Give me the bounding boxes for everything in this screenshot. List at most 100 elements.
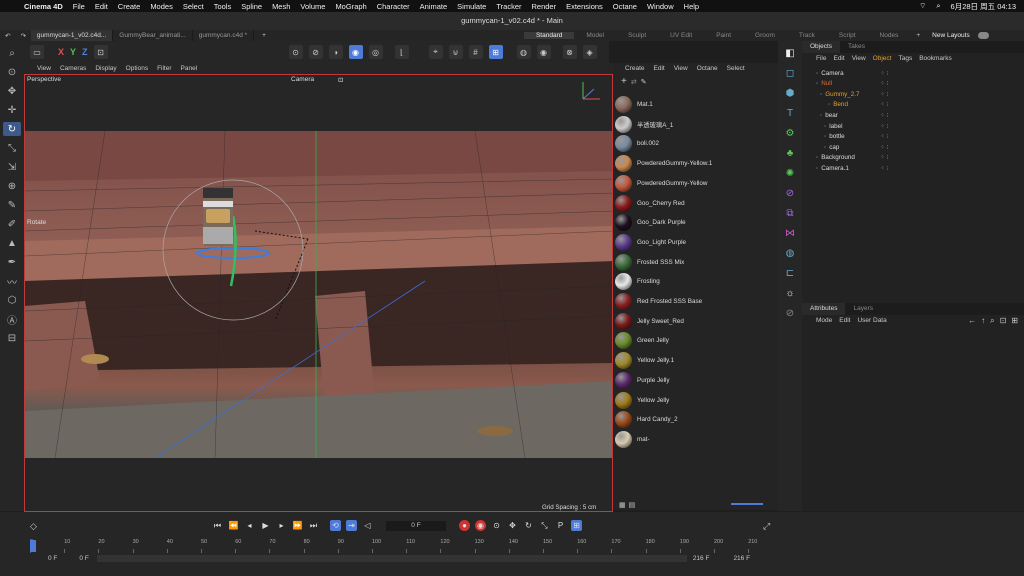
transform-icon[interactable]: ⇲ bbox=[3, 160, 21, 174]
rotate-icon[interactable]: ↻ bbox=[3, 122, 21, 136]
record-icon[interactable]: ● bbox=[459, 520, 470, 531]
sound-icon[interactable]: ◁ bbox=[362, 520, 373, 531]
paint-icon[interactable]: ▲ bbox=[3, 236, 21, 250]
layout-tab-track[interactable]: Track bbox=[787, 32, 827, 39]
layer-icon[interactable]: ⊟ bbox=[3, 331, 21, 345]
doc-tab[interactable]: GummyBear_animati... bbox=[113, 30, 193, 41]
layout-tab-nodes[interactable]: Nodes bbox=[868, 32, 911, 39]
axis-mode-icon[interactable]: ⌊ bbox=[394, 45, 409, 59]
menu-item-spline[interactable]: Spline bbox=[241, 2, 262, 11]
viewport-menu-display[interactable]: Display bbox=[95, 65, 116, 72]
material-item[interactable]: Goo_Cherry Red bbox=[613, 194, 778, 213]
range-slider[interactable] bbox=[96, 554, 687, 562]
polygons-mode-icon[interactable]: ◑ bbox=[328, 45, 343, 59]
fps-icon[interactable]: ⇥ bbox=[346, 520, 357, 531]
search-icon[interactable]: ⌕ bbox=[990, 316, 994, 326]
spline-icon[interactable]: 〰 bbox=[3, 274, 21, 289]
material-item[interactable]: Purple Jelly bbox=[613, 371, 778, 390]
menu-item-edit[interactable]: Edit bbox=[95, 2, 108, 11]
go-start-icon[interactable]: ⏮ bbox=[212, 520, 223, 531]
material-menu-octane[interactable]: Octane bbox=[697, 65, 718, 72]
object-menu-bookmarks[interactable]: Bookmarks bbox=[919, 55, 952, 62]
viewport-menu-filter[interactable]: Filter bbox=[157, 65, 171, 72]
visibility-dots[interactable]: ⁘ ⁝ bbox=[880, 165, 889, 172]
light-icon[interactable]: ☼ bbox=[782, 285, 798, 301]
wifi-icon[interactable]: ⌔ bbox=[919, 1, 926, 11]
move-icon[interactable]: ✥ bbox=[3, 84, 21, 98]
material-item[interactable]: Frosting bbox=[613, 272, 778, 291]
grid-view-icon[interactable]: ▤ bbox=[629, 501, 636, 509]
object-mode-icon[interactable]: ◉ bbox=[348, 45, 363, 59]
picker-icon[interactable]: ✎ bbox=[641, 78, 647, 86]
viewport-menu-panel[interactable]: Panel bbox=[181, 65, 198, 72]
object-menu-tags[interactable]: Tags bbox=[898, 55, 912, 62]
layout-tab-model[interactable]: Model bbox=[574, 32, 616, 39]
attribute-menu-user-data[interactable]: User Data bbox=[857, 317, 886, 324]
go-end-icon[interactable]: ⏭ bbox=[308, 520, 319, 531]
object-row[interactable]: ◦ bottle ⁘ ⁝ bbox=[824, 132, 1002, 142]
material-item[interactable]: boli.002 bbox=[613, 134, 778, 153]
key-selection-icon[interactable]: ⊙ bbox=[491, 520, 502, 531]
pen-icon[interactable]: ✒ bbox=[3, 255, 21, 269]
tab-layers[interactable]: Layers bbox=[845, 303, 881, 315]
current-frame-field[interactable]: 0 F bbox=[386, 520, 446, 531]
menu-item-octane[interactable]: Octane bbox=[613, 2, 637, 11]
text-tool-icon[interactable]: T bbox=[782, 105, 798, 121]
key-position-icon[interactable]: ✥ bbox=[507, 520, 518, 531]
object-row[interactable]: ◦ Bend ⁘ ⁝ bbox=[828, 100, 1002, 110]
material-item[interactable]: PowderedGummy-Yellow.1 bbox=[613, 154, 778, 173]
key-pla-icon[interactable]: ⊞ bbox=[571, 520, 582, 531]
points-mode-icon[interactable]: ⊙ bbox=[288, 45, 303, 59]
model-mode-icon[interactable]: ▭ bbox=[30, 45, 44, 59]
x-axis-icon[interactable]: X bbox=[58, 47, 64, 57]
render-view-icon[interactable]: ◍ bbox=[516, 45, 531, 59]
camera-lock-icon[interactable]: ⊡ bbox=[338, 76, 343, 84]
doc-tab[interactable]: gummycan.c4d * bbox=[193, 30, 255, 41]
tab-attributes[interactable]: Attributes bbox=[802, 303, 846, 315]
toggle-switch[interactable] bbox=[977, 32, 989, 39]
search-icon[interactable]: ⌕ bbox=[3, 46, 21, 60]
app-name[interactable]: Cinema 4D bbox=[24, 2, 63, 11]
next-frame-icon[interactable]: ▸ bbox=[276, 520, 287, 531]
object-row[interactable]: ◦ Gummy_2.7 ⁘ ⁝ bbox=[820, 89, 1002, 99]
material-menu-edit[interactable]: Edit bbox=[654, 65, 665, 72]
coord-system-icon[interactable]: ⊡ bbox=[93, 45, 108, 59]
add-material-icon[interactable]: + bbox=[621, 76, 627, 87]
object-menu-file[interactable]: File bbox=[816, 55, 826, 62]
visibility-dots[interactable]: ⁘ ⁝ bbox=[880, 112, 889, 119]
material-menu-select[interactable]: Select bbox=[727, 65, 745, 72]
material-item[interactable]: Yellow Jelly.1 bbox=[613, 351, 778, 370]
brush-icon[interactable]: ✐ bbox=[3, 217, 21, 231]
new-tab-icon[interactable]: + bbox=[254, 32, 274, 39]
key-param-icon[interactable]: P bbox=[555, 520, 566, 531]
menu-item-simulate[interactable]: Simulate bbox=[457, 2, 486, 11]
material-menu-view[interactable]: View bbox=[674, 65, 688, 72]
material-item[interactable]: Hard Candy_2 bbox=[613, 410, 778, 429]
layout-tab-sculpt[interactable]: Sculpt bbox=[616, 32, 658, 39]
lock-icon[interactable]: ⊡ bbox=[1000, 316, 1007, 326]
object-row[interactable]: ◦ Background ⁘ ⁝ bbox=[816, 153, 1002, 163]
key-scale-icon[interactable]: ⤡ bbox=[539, 520, 550, 531]
object-menu-edit[interactable]: Edit bbox=[833, 55, 844, 62]
primitive-icon[interactable]: ⬢ bbox=[782, 85, 798, 101]
object-row[interactable]: ◦ Camera ⁘ ⁝ bbox=[816, 68, 1002, 78]
menu-item-select[interactable]: Select bbox=[183, 2, 204, 11]
visibility-dots[interactable]: ⁘ ⁝ bbox=[880, 101, 889, 108]
menu-item-volume[interactable]: Volume bbox=[300, 2, 325, 11]
grid-snap-icon[interactable]: ⊞ bbox=[488, 45, 503, 59]
visibility-dots[interactable]: ⁘ ⁝ bbox=[880, 133, 889, 140]
menu-item-extensions[interactable]: Extensions bbox=[566, 2, 603, 11]
effector-icon[interactable]: ✺ bbox=[782, 165, 798, 181]
menu-item-create[interactable]: Create bbox=[118, 2, 141, 11]
back-arrow-icon[interactable]: ← bbox=[968, 316, 976, 326]
play-icon[interactable]: ▶ bbox=[260, 520, 271, 531]
next-key-icon[interactable]: ⏩ bbox=[292, 520, 303, 531]
new-layouts-label[interactable]: New Layouts bbox=[932, 32, 970, 39]
render-settings-icon[interactable]: ◉ bbox=[536, 45, 551, 59]
object-row[interactable]: ◦ Camera.1 ⁘ ⁝ bbox=[816, 163, 1002, 173]
object-row[interactable]: ◦ bear ⁘ ⁝ bbox=[820, 110, 1002, 120]
viewport-menu-options[interactable]: Options bbox=[126, 65, 148, 72]
expand-icon[interactable]: ⤢ bbox=[763, 521, 770, 532]
visibility-dots[interactable]: ⁘ ⁝ bbox=[880, 154, 889, 161]
search-icon[interactable]: ⌕ bbox=[936, 1, 940, 11]
